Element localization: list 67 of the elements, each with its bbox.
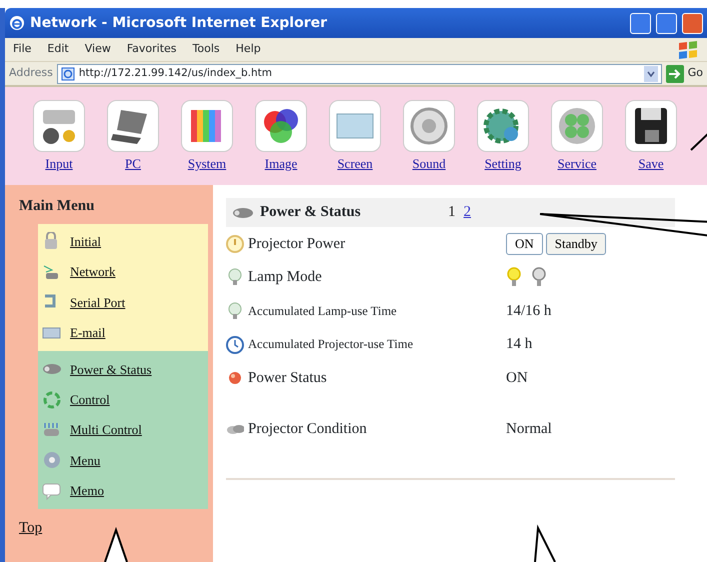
close-button[interactable] — [682, 12, 703, 34]
page-link[interactable]: 2 — [464, 201, 471, 224]
laptop-icon[interactable] — [107, 100, 159, 152]
section-title: Power & Status — [260, 203, 362, 222]
toolbar-link[interactable]: Save — [638, 154, 664, 174]
field-value: Normal — [506, 420, 552, 439]
menu-title: Main Menu — [19, 197, 96, 216]
field-value: 14/16 h — [506, 302, 552, 321]
top-link[interactable]: Top — [19, 517, 42, 540]
menu-item[interactable]: Edit — [47, 41, 69, 58]
flag-logo-icon — [677, 40, 699, 60]
sidebar-link[interactable]: Power & Status — [70, 360, 152, 379]
sidebar-link[interactable]: Serial Port — [70, 292, 126, 312]
sidebar-link[interactable]: Network — [70, 262, 116, 282]
go-button[interactable]: Go — [688, 65, 703, 82]
field-label: Accumulated Projector-use Time — [248, 336, 413, 354]
power-button[interactable]: Standby — [546, 232, 606, 255]
address-field[interactable]: http://172.21.99.142/us/index_b.htm — [56, 64, 662, 84]
toolbar-link[interactable]: Service — [558, 154, 596, 174]
power-icon — [226, 234, 244, 253]
field-label: Lamp Mode — [248, 268, 322, 288]
field-value: 14 h — [506, 335, 532, 354]
address-label: Address — [9, 65, 53, 82]
sidebar-link[interactable]: Menu — [70, 450, 100, 470]
field-label: Power Status — [248, 368, 327, 388]
browser-icon — [9, 15, 25, 31]
maximize-button[interactable] — [656, 12, 677, 34]
toolbar-link[interactable]: Screen — [337, 154, 373, 174]
menu-item[interactable]: Help — [236, 41, 261, 58]
field-label: Accumulated Lamp-use Time — [248, 302, 397, 320]
light-bulb-icon — [226, 268, 244, 286]
sidebar-link[interactable]: Initial — [70, 232, 102, 252]
sidebar-link[interactable]: Multi Control — [70, 420, 142, 440]
menu-item[interactable]: File — [13, 41, 32, 58]
projector-icon — [232, 206, 254, 220]
sidebar-link[interactable]: E-mail — [70, 323, 106, 343]
field-value: ON — [506, 368, 528, 388]
toolbar-link[interactable]: Setting — [484, 154, 522, 174]
connector-icon[interactable] — [33, 100, 85, 152]
leader-line — [534, 524, 556, 562]
gear-icon[interactable] — [477, 100, 529, 152]
leader-line — [104, 526, 128, 562]
sidebar-link[interactable]: Control — [70, 390, 110, 410]
color-circles-icon[interactable] — [255, 100, 307, 152]
menu-item[interactable]: Tools — [192, 41, 220, 58]
power-button[interactable]: ON — [506, 232, 543, 255]
speech-bubble-icon — [42, 480, 62, 501]
page-icon — [60, 66, 75, 80]
field-label: Projector Power — [248, 234, 346, 254]
toolbar-link[interactable]: Image — [264, 154, 298, 174]
menu-item[interactable]: Favorites — [126, 41, 177, 58]
toolbar-link[interactable]: Input — [45, 154, 73, 174]
color-bars-icon[interactable] — [181, 100, 233, 152]
speaker-icon[interactable] — [403, 100, 455, 152]
page-link[interactable]: 1 — [448, 201, 456, 224]
toolbar-link[interactable]: System — [188, 154, 226, 174]
clock-icon — [226, 336, 244, 354]
light-bulb-icon — [226, 302, 244, 320]
window-title: Network - Microsoft Internet Explorer — [30, 14, 328, 32]
field-label: Projector Condition — [248, 420, 367, 439]
dropdown-icon — [644, 66, 658, 82]
sidebar-link[interactable]: Memo — [70, 481, 104, 501]
menu-item[interactable]: View — [84, 41, 111, 58]
dial-icon — [42, 450, 62, 470]
toolbar-link[interactable]: PC — [125, 154, 141, 174]
toolbar-link[interactable]: Sound — [412, 154, 446, 174]
minimize-button[interactable] — [630, 12, 651, 34]
